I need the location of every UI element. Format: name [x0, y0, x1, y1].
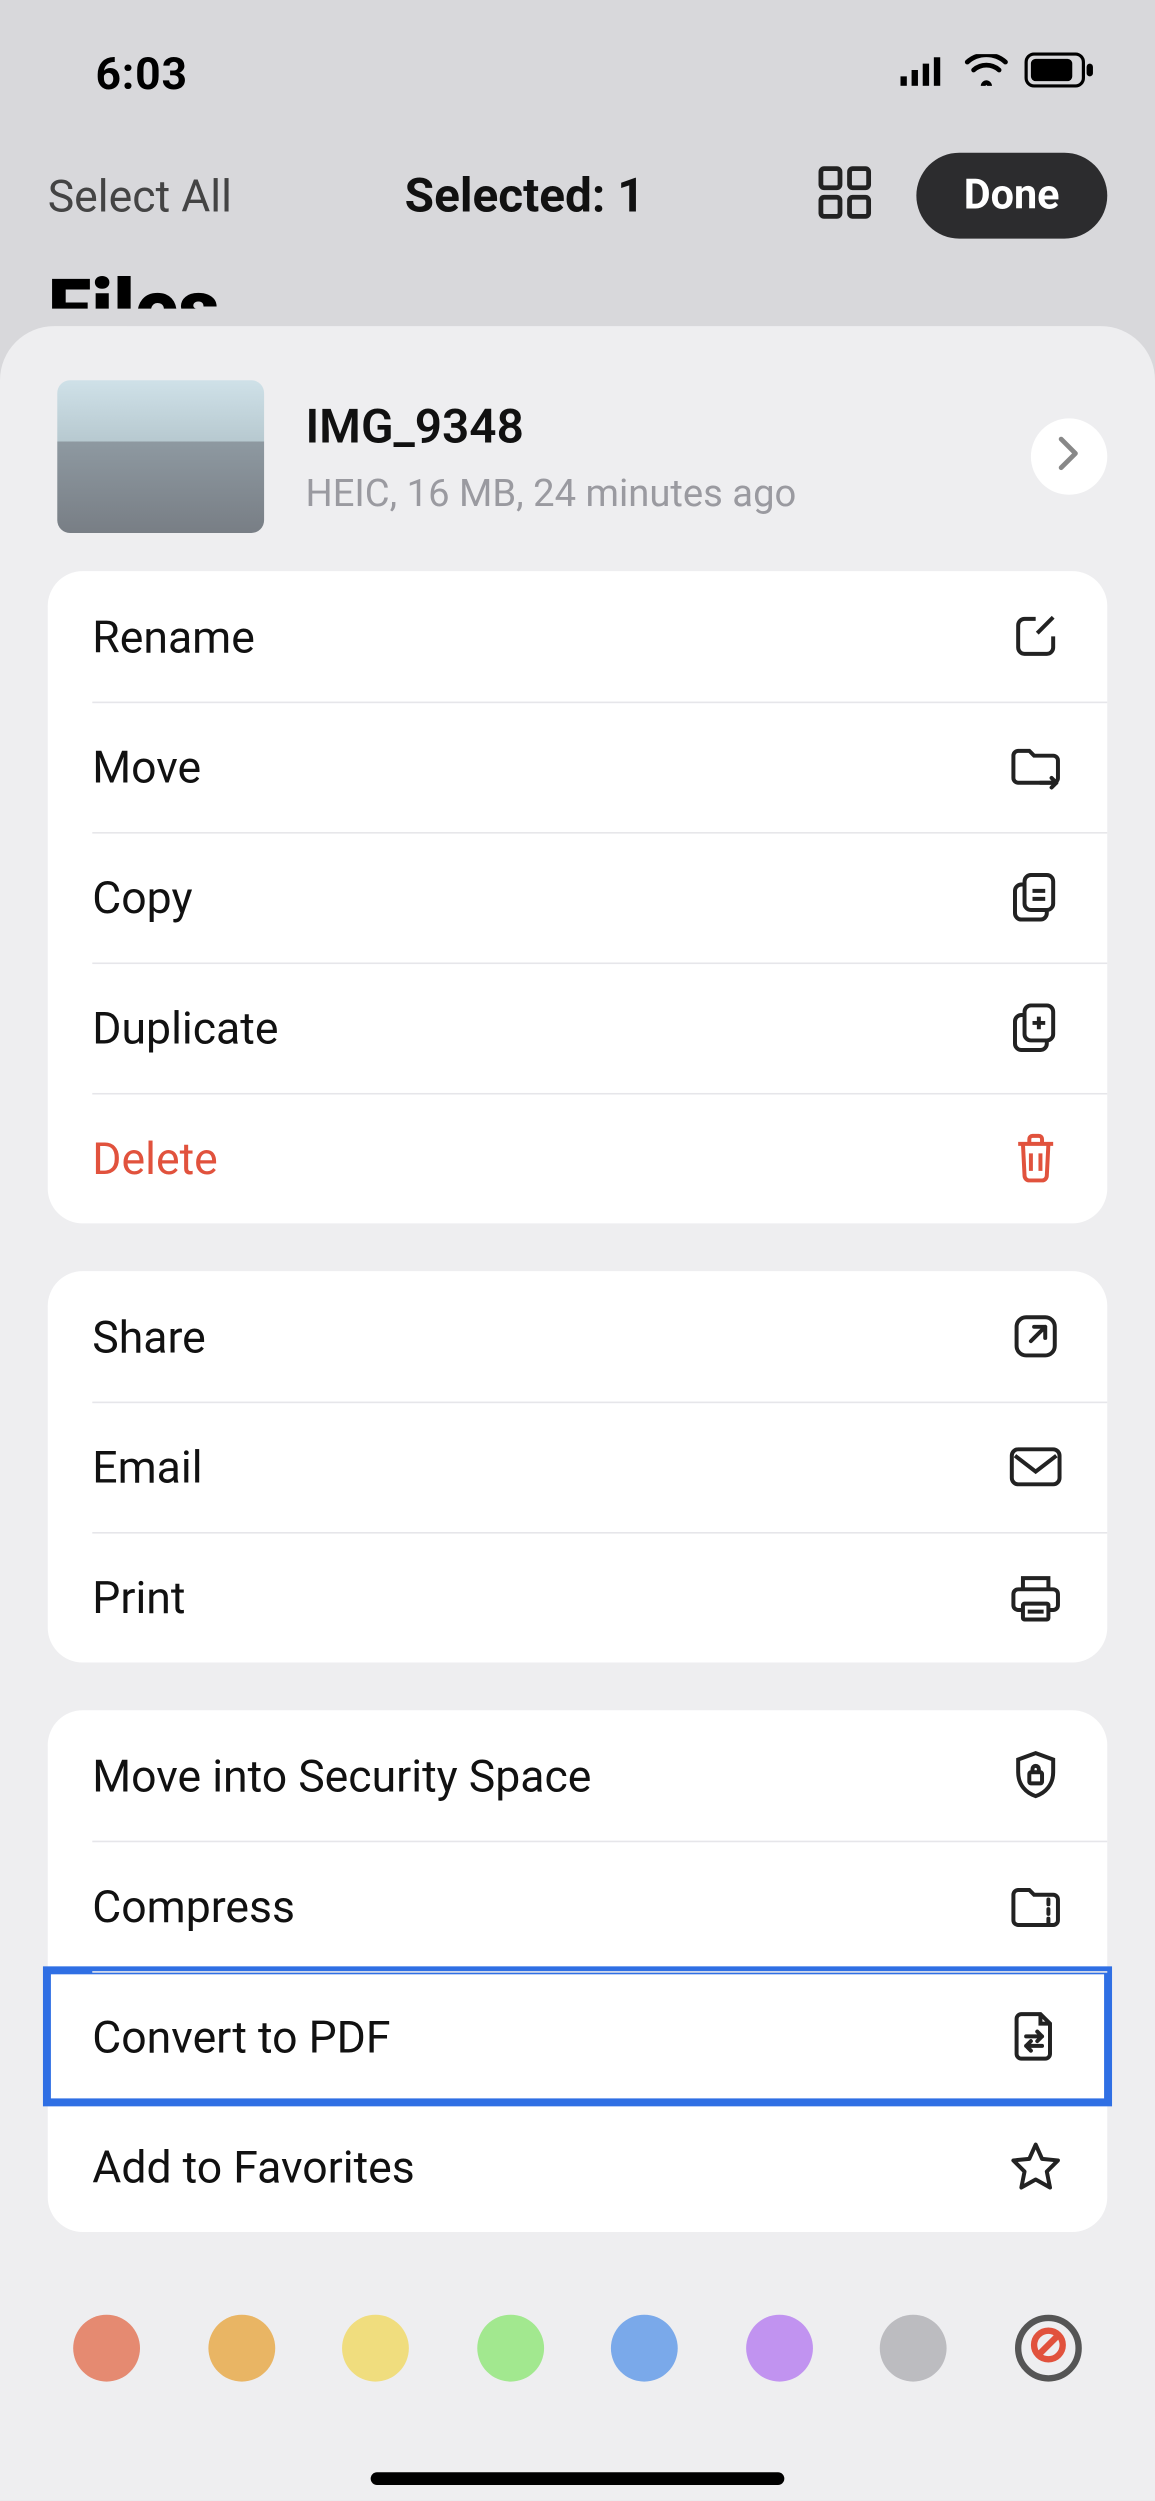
duplicate-icon	[1009, 1001, 1063, 1055]
star-icon	[1009, 2140, 1063, 2194]
nav-bar: Select All Selected: 1 Done	[0, 127, 1155, 264]
file-thumbnail	[57, 380, 264, 533]
copy-icon	[1009, 870, 1063, 924]
move-label: Move	[92, 741, 201, 793]
email-row[interactable]: Email	[48, 1402, 1108, 1532]
favorite-label: Add to Favorites	[92, 2141, 415, 2193]
convert-pdf-row[interactable]: Convert to PDF	[48, 1971, 1108, 2101]
action-group-more: Move into Security Space Compress Conver…	[48, 1710, 1108, 2232]
share-row[interactable]: Share	[48, 1271, 1108, 1401]
shield-lock-icon	[1009, 1748, 1063, 1802]
favorite-row[interactable]: Add to Favorites	[48, 2102, 1108, 2232]
no-color-icon	[1028, 2324, 1069, 2372]
print-row[interactable]: Print	[48, 1532, 1108, 1662]
pdf-label: Convert to PDF	[92, 2010, 390, 2062]
email-label: Email	[92, 1441, 202, 1493]
color-swatch-blue[interactable]	[611, 2315, 678, 2382]
file-detail-button[interactable]	[1031, 418, 1107, 494]
action-group-file: Rename Move Copy Duplicate	[48, 571, 1108, 1223]
page-title: Files	[0, 270, 1155, 308]
convert-file-icon	[1009, 2009, 1063, 2063]
file-name: IMG_9348	[305, 399, 1030, 455]
color-swatch-orange[interactable]	[208, 2315, 275, 2382]
wifi-icon	[964, 54, 1009, 92]
status-bar: 6:03	[0, 0, 1155, 127]
selected-count: Selected: 1	[405, 168, 645, 224]
battery-icon	[1025, 52, 1095, 93]
security-label: Move into Security Space	[92, 1749, 591, 1801]
action-group-share: Share Email Print	[48, 1271, 1108, 1662]
chevron-right-icon	[1056, 434, 1081, 479]
copy-row[interactable]: Copy	[48, 832, 1108, 962]
folder-move-icon	[1009, 740, 1063, 794]
done-button[interactable]: Done	[916, 153, 1107, 239]
copy-label: Copy	[92, 871, 192, 923]
status-indicators	[900, 52, 1094, 93]
share-label: Share	[92, 1310, 206, 1362]
duplicate-label: Duplicate	[92, 1001, 278, 1053]
color-swatch-none[interactable]	[1015, 2315, 1082, 2382]
security-space-row[interactable]: Move into Security Space	[48, 1710, 1108, 1840]
rename-row[interactable]: Rename	[48, 571, 1108, 701]
move-row[interactable]: Move	[48, 702, 1108, 832]
delete-label: Delete	[92, 1132, 218, 1184]
color-swatch-green[interactable]	[477, 2315, 544, 2382]
edit-icon	[1009, 609, 1063, 663]
trash-icon	[1009, 1131, 1063, 1185]
delete-row[interactable]: Delete	[48, 1093, 1108, 1223]
action-sheet: IMG_9348 HEIC, 16 MB, 24 minutes ago Ren…	[0, 326, 1155, 2501]
color-swatch-yellow[interactable]	[342, 2315, 409, 2382]
cellular-icon	[900, 54, 948, 92]
mail-icon	[1009, 1440, 1063, 1494]
select-all-button[interactable]: Select All	[48, 169, 232, 221]
duplicate-row[interactable]: Duplicate	[48, 962, 1108, 1092]
color-swatch-red[interactable]	[73, 2315, 140, 2382]
printer-icon	[1009, 1570, 1063, 1624]
file-meta: HEIC, 16 MB, 24 minutes ago	[305, 470, 1030, 515]
color-tag-row	[0, 2280, 1155, 2423]
color-swatch-purple[interactable]	[746, 2315, 813, 2382]
grid-view-icon[interactable]	[817, 165, 871, 225]
compress-row[interactable]: Compress	[48, 1841, 1108, 1971]
print-label: Print	[92, 1571, 185, 1623]
status-time: 6:03	[95, 47, 187, 99]
color-swatch-gray[interactable]	[880, 2315, 947, 2382]
share-icon	[1009, 1309, 1063, 1363]
rename-label: Rename	[92, 610, 255, 662]
zip-icon	[1009, 1879, 1063, 1933]
file-header[interactable]: IMG_9348 HEIC, 16 MB, 24 minutes ago	[0, 364, 1155, 571]
home-indicator[interactable]	[371, 2472, 785, 2485]
compress-label: Compress	[92, 1880, 295, 1932]
